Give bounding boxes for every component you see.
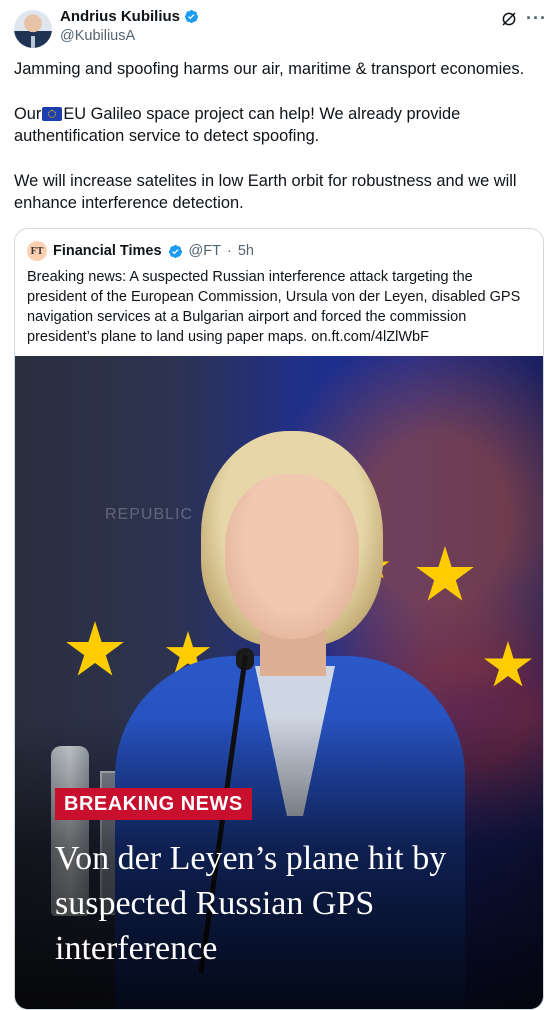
more-icon[interactable]: ···: [526, 8, 547, 29]
quoted-tweet-card[interactable]: FT Financial Times @FT · 5h Breaking new…: [14, 228, 544, 1010]
verified-badge-icon: [184, 9, 199, 24]
image-headline: Von der Leyen’s plane hit by suspected R…: [55, 840, 447, 967]
person-face: [225, 474, 359, 639]
eu-flag-icon: [42, 106, 63, 121]
quoted-handle[interactable]: @FT: [189, 243, 221, 259]
quoted-link[interactable]: on.ft.com/4lZlWbF: [311, 329, 429, 345]
verified-badge-icon: [168, 244, 182, 258]
quoted-body: Breaking news: A suspected Russian inter…: [27, 269, 521, 345]
tweet-paragraph-2-rest: EU Galileo space project can help! We al…: [14, 104, 461, 146]
author-avatar[interactable]: [14, 10, 52, 48]
eu-star: [484, 641, 532, 687]
background-sign-text: REPUBLIC: [105, 506, 194, 523]
tweet-paragraph-1: Jamming and spoofing harms our air, mari…: [14, 60, 525, 78]
quoted-author-name[interactable]: Financial Times: [53, 243, 162, 259]
meta-separator: ·: [226, 243, 232, 259]
quoted-header: FT Financial Times @FT · 5h: [27, 241, 254, 261]
tweet-paragraph-2: Our EU Galileo space project can help! We…: [14, 103, 539, 148]
tweet-paragraph-3: We will increase satelites in low Earth …: [14, 171, 517, 213]
tweet-text: Jamming and spoofing harms our air, mari…: [14, 58, 539, 237]
author-handle[interactable]: @KubiliusA: [60, 28, 135, 44]
breaking-news-badge: BREAKING NEWS: [55, 788, 252, 820]
quoted-text: Breaking news: A suspected Russian inter…: [27, 267, 532, 347]
quoted-image[interactable]: REPUBLIC BREAKING NEWS Von der Leyen’s p…: [15, 356, 543, 1009]
ft-logo[interactable]: FT: [27, 241, 47, 261]
eu-star: [416, 546, 474, 601]
grok-icon[interactable]: [500, 10, 518, 28]
tweet-paragraph-2-start: Our: [14, 104, 42, 123]
author-name[interactable]: Andrius Kubilius: [60, 8, 180, 25]
tweet-header: Andrius Kubilius @KubiliusA ···: [0, 0, 559, 56]
author-name-row: Andrius Kubilius: [60, 8, 199, 25]
eu-star: [66, 621, 124, 676]
quoted-timestamp[interactable]: 5h: [238, 243, 254, 259]
